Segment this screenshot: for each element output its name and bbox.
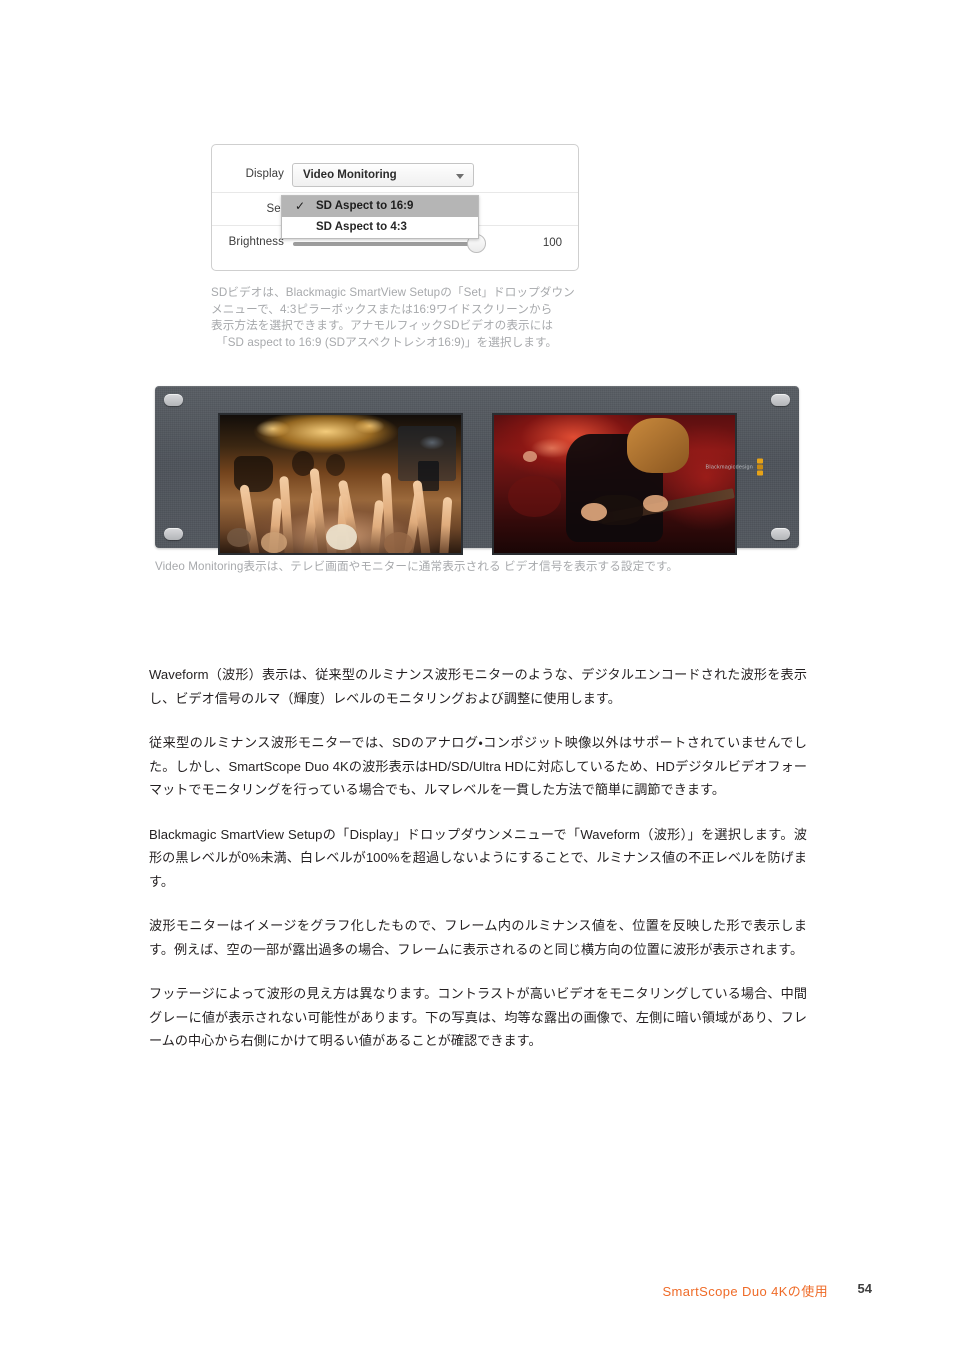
caption-line: 表示方法を選択できます。アナモルフィックSDビデオの表示には bbox=[211, 319, 554, 332]
blackmagic-mark-icon bbox=[757, 458, 763, 476]
paragraph-2: 従来型のルミナンス波形モニターでは、SDのアナログ・コンポジット映像以外はサポー… bbox=[149, 735, 807, 797]
paragraph-3: Blackmagic SmartView Setupの「Display」ドロップ… bbox=[149, 826, 807, 889]
blackmagic-wordmark: Blackmagicdesign bbox=[705, 464, 753, 470]
screen-left-image bbox=[220, 415, 461, 553]
caption-line: メニューで、4:3ピラーボックスまたは16:9ワイドスクリーンから bbox=[211, 302, 553, 316]
set-label: Set bbox=[266, 203, 284, 215]
footer-page-number: 54 bbox=[857, 1281, 872, 1296]
paragraph-5: フッテージによって波形の見え方は異なります。コントラストが高いビデオをモニタリン… bbox=[149, 986, 807, 1048]
page-footer: SmartScope Duo 4Kの使用 54 bbox=[0, 1281, 954, 1301]
caption-line: 「SD aspect to 16:9 (SDアスペクトレシオ16:9)」を選択し… bbox=[216, 335, 558, 349]
paragraph-4: 波形モニターはイメージをグラフ化したもので、フレーム内のルミナンス値を、位置を反… bbox=[149, 918, 807, 957]
brightness-slider-track[interactable] bbox=[293, 242, 483, 246]
blackmagic-logo: Blackmagicdesign bbox=[705, 458, 763, 476]
display-dropdown[interactable]: Video Monitoring bbox=[292, 163, 474, 187]
menu-item-sd-aspect-16-9[interactable]: ✓ SD Aspect to 16:9 bbox=[282, 196, 478, 217]
rack-screw-icon bbox=[164, 394, 183, 406]
display-label: Display bbox=[245, 168, 284, 180]
body-copy: Waveform（波形）表示は、従来型のルミナンス波形モニターのような、デジタル… bbox=[149, 663, 807, 1053]
display-dropdown-value: Video Monitoring bbox=[303, 169, 397, 181]
caption-line: SDビデオは、Blackmagic SmartView Setupの「Set」ド… bbox=[211, 286, 575, 299]
brightness-label: Brightness bbox=[228, 236, 284, 248]
chevron-down-icon bbox=[456, 174, 464, 179]
display-row: Display Video Monitoring bbox=[212, 159, 578, 192]
check-icon: ✓ bbox=[295, 199, 306, 213]
footer-chapter-title: SmartScope Duo 4Kの使用 bbox=[662, 1284, 828, 1299]
rack-screw-icon bbox=[771, 528, 790, 540]
menu-item-sd-aspect-4-3[interactable]: SD Aspect to 4:3 bbox=[282, 217, 478, 238]
figure-caption-dropdown: SDビデオは、Blackmagic SmartView Setupの「Set」ド… bbox=[211, 285, 631, 351]
figure-caption-video-monitoring: Video Monitoring表示は、テレビ画面やモニターに通常表示される ビ… bbox=[155, 560, 679, 573]
screen-right-image bbox=[494, 415, 735, 553]
brightness-value: 100 bbox=[542, 237, 562, 249]
monitor-screen-right bbox=[492, 413, 737, 555]
rack-screw-icon bbox=[771, 394, 790, 406]
set-dropdown-menu[interactable]: ✓ SD Aspect to 16:9 SD Aspect to 4:3 bbox=[281, 195, 479, 239]
monitor-screen-left bbox=[218, 413, 463, 555]
smartscope-duo-4k-device: Blackmagicdesign bbox=[155, 386, 799, 555]
menu-item-label: SD Aspect to 16:9 bbox=[316, 200, 414, 212]
smartview-setup-dialog: Display Video Monitoring Set Brightness … bbox=[211, 144, 579, 271]
rack-screw-icon bbox=[164, 528, 183, 540]
menu-item-label: SD Aspect to 4:3 bbox=[316, 221, 407, 233]
paragraph-1: Waveform（波形）表示は、従来型のルミナンス波形モニターのような、デジタル… bbox=[149, 667, 807, 706]
